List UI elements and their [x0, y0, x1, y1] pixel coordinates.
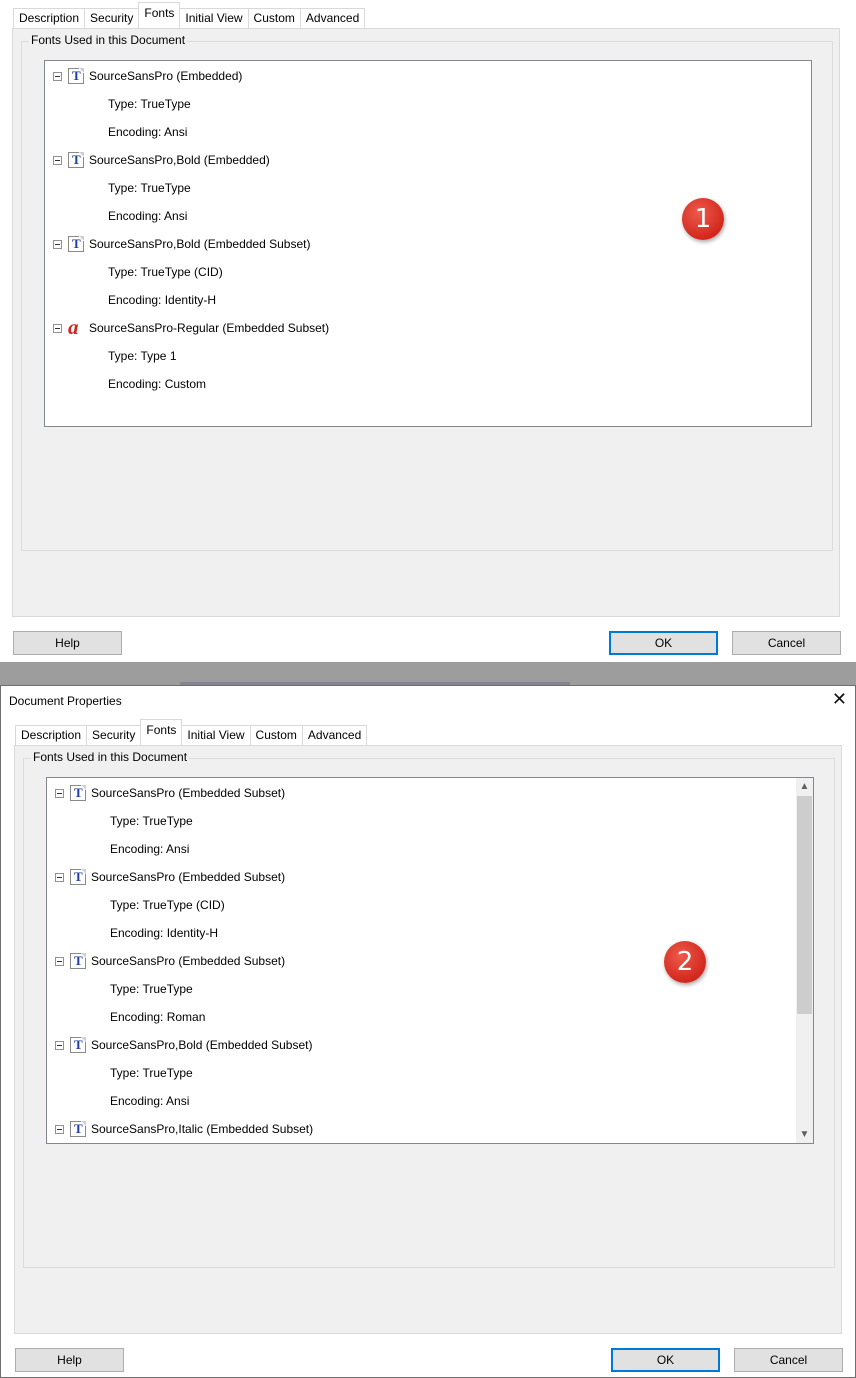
collapse-icon[interactable] [53, 239, 62, 249]
collapse-icon[interactable] [53, 71, 62, 81]
font-name: SourceSansPro,Italic (Embedded Subset) [91, 1122, 314, 1136]
fonts-tab-panel: Fonts Used in this Document T SourceSans… [14, 745, 842, 1334]
tab-security[interactable]: Security [84, 8, 140, 28]
font-type: Type: TrueType [110, 814, 193, 828]
font-type: Type: TrueType [108, 181, 191, 195]
truetype-font-icon: T [68, 152, 84, 168]
tree-node-font[interactable]: a SourceSansPro-Regular (Embedded Subset… [53, 315, 330, 339]
truetype-font-icon: T [68, 236, 84, 252]
font-name: SourceSansPro (Embedded Subset) [91, 870, 286, 884]
tab-security[interactable]: Security [86, 725, 142, 745]
font-name: SourceSansPro (Embedded Subset) [91, 786, 286, 800]
tree-node-font[interactable]: T SourceSansPro,Italic (Embedded Subset) [55, 1120, 313, 1138]
type1-font-icon: a [68, 315, 79, 339]
tab-fonts[interactable]: Fonts [140, 719, 183, 745]
font-type: Type: Type 1 [108, 349, 177, 363]
collapse-icon[interactable] [55, 788, 64, 798]
font-encoding: Encoding: Ansi [108, 125, 188, 139]
close-icon[interactable]: ✕ [832, 689, 847, 710]
font-type: Type: TrueType (CID) [108, 265, 223, 279]
cancel-button[interactable]: Cancel [734, 1348, 843, 1372]
ok-button[interactable]: OK [609, 631, 718, 655]
callout-badge: 1 [682, 198, 724, 240]
truetype-font-icon: T [70, 953, 86, 969]
tab-custom[interactable]: Custom [249, 725, 303, 745]
tab-description[interactable]: Description [13, 8, 86, 28]
scroll-down-arrow-icon[interactable]: ▼ [796, 1126, 813, 1143]
font-name: SourceSansPro,Bold (Embedded Subset) [89, 237, 311, 251]
font-name: SourceSansPro-Regular (Embedded Subset) [89, 321, 330, 335]
callout-badge: 2 [664, 941, 706, 983]
tab-strip: Description Security Fonts Initial View … [13, 2, 366, 28]
tab-description[interactable]: Description [15, 725, 88, 745]
font-name: SourceSansPro (Embedded Subset) [91, 954, 286, 968]
collapse-icon[interactable] [53, 323, 62, 333]
truetype-font-icon: T [70, 1037, 86, 1053]
font-type: Type: TrueType [110, 1066, 193, 1080]
collapse-icon[interactable] [55, 1040, 64, 1050]
group-label: Fonts Used in this Document [29, 33, 188, 47]
group-label: Fonts Used in this Document [31, 750, 190, 764]
tree-node-font[interactable]: T SourceSansPro,Bold (Embedded Subset) [55, 1036, 312, 1054]
font-encoding: Encoding: Ansi [108, 209, 188, 223]
tab-initial-view[interactable]: Initial View [181, 725, 251, 745]
font-type: Type: TrueType (CID) [110, 898, 225, 912]
tree-node-font[interactable]: T SourceSansPro,Bold (Embedded Subset) [53, 235, 310, 253]
font-encoding: Encoding: Ansi [110, 1094, 190, 1108]
vertical-scrollbar[interactable]: ▲ ▼ [796, 778, 813, 1143]
tab-custom[interactable]: Custom [247, 8, 301, 28]
tab-initial-view[interactable]: Initial View [179, 8, 249, 28]
truetype-font-icon: T [70, 785, 86, 801]
tree-node-font[interactable]: T SourceSansPro (Embedded Subset) [55, 868, 285, 886]
tab-fonts[interactable]: Fonts [138, 2, 181, 28]
tab-strip: Description Security Fonts Initial View … [15, 719, 368, 745]
collapse-icon[interactable] [53, 155, 62, 165]
fonts-tab-panel: Fonts Used in this Document T SourceSans… [12, 28, 840, 617]
font-encoding: Encoding: Roman [110, 1010, 206, 1024]
window-title: Document Properties [9, 694, 122, 708]
font-type: Type: TrueType [108, 97, 191, 111]
cancel-button[interactable]: Cancel [732, 631, 841, 655]
collapse-icon[interactable] [55, 956, 64, 966]
scrollbar-thumb[interactable] [797, 796, 812, 1014]
tree-node-font[interactable]: T SourceSansPro (Embedded Subset) [55, 784, 285, 802]
document-properties-dialog-2: Document Properties ✕ Description Securi… [0, 685, 856, 1378]
truetype-font-icon: T [70, 1121, 86, 1137]
collapse-icon[interactable] [55, 872, 64, 882]
scroll-up-arrow-icon[interactable]: ▲ [796, 778, 813, 795]
help-button[interactable]: Help [15, 1348, 124, 1372]
font-name: SourceSansPro (Embedded) [89, 69, 243, 83]
fonts-tree[interactable]: T SourceSansPro (Embedded) Type: TrueTyp… [44, 60, 812, 427]
font-encoding: Encoding: Identity-H [108, 293, 217, 307]
ok-button[interactable]: OK [611, 1348, 720, 1372]
font-type: Type: TrueType [110, 982, 193, 996]
tree-node-font[interactable]: T SourceSansPro,Bold (Embedded) [53, 151, 270, 169]
font-encoding: Encoding: Ansi [110, 842, 190, 856]
fonts-group: Fonts Used in this Document T SourceSans… [23, 750, 835, 1268]
collapse-icon[interactable] [55, 1124, 64, 1134]
tree-node-font[interactable]: T SourceSansPro (Embedded) [53, 67, 242, 85]
tab-advanced[interactable]: Advanced [299, 8, 366, 28]
title-bar: Document Properties ✕ [1, 686, 855, 716]
tree-node-font[interactable]: T SourceSansPro (Embedded Subset) [55, 952, 285, 970]
document-properties-dialog-1: Description Security Fonts Initial View … [0, 0, 856, 662]
font-encoding: Encoding: Identity-H [110, 926, 219, 940]
tab-advanced[interactable]: Advanced [301, 725, 368, 745]
font-name: SourceSansPro,Bold (Embedded) [89, 153, 270, 167]
fonts-group: Fonts Used in this Document T SourceSans… [21, 33, 833, 551]
font-name: SourceSansPro,Bold (Embedded Subset) [91, 1038, 313, 1052]
truetype-font-icon: T [68, 68, 84, 84]
help-button[interactable]: Help [13, 631, 122, 655]
truetype-font-icon: T [70, 869, 86, 885]
font-encoding: Encoding: Custom [108, 377, 207, 391]
